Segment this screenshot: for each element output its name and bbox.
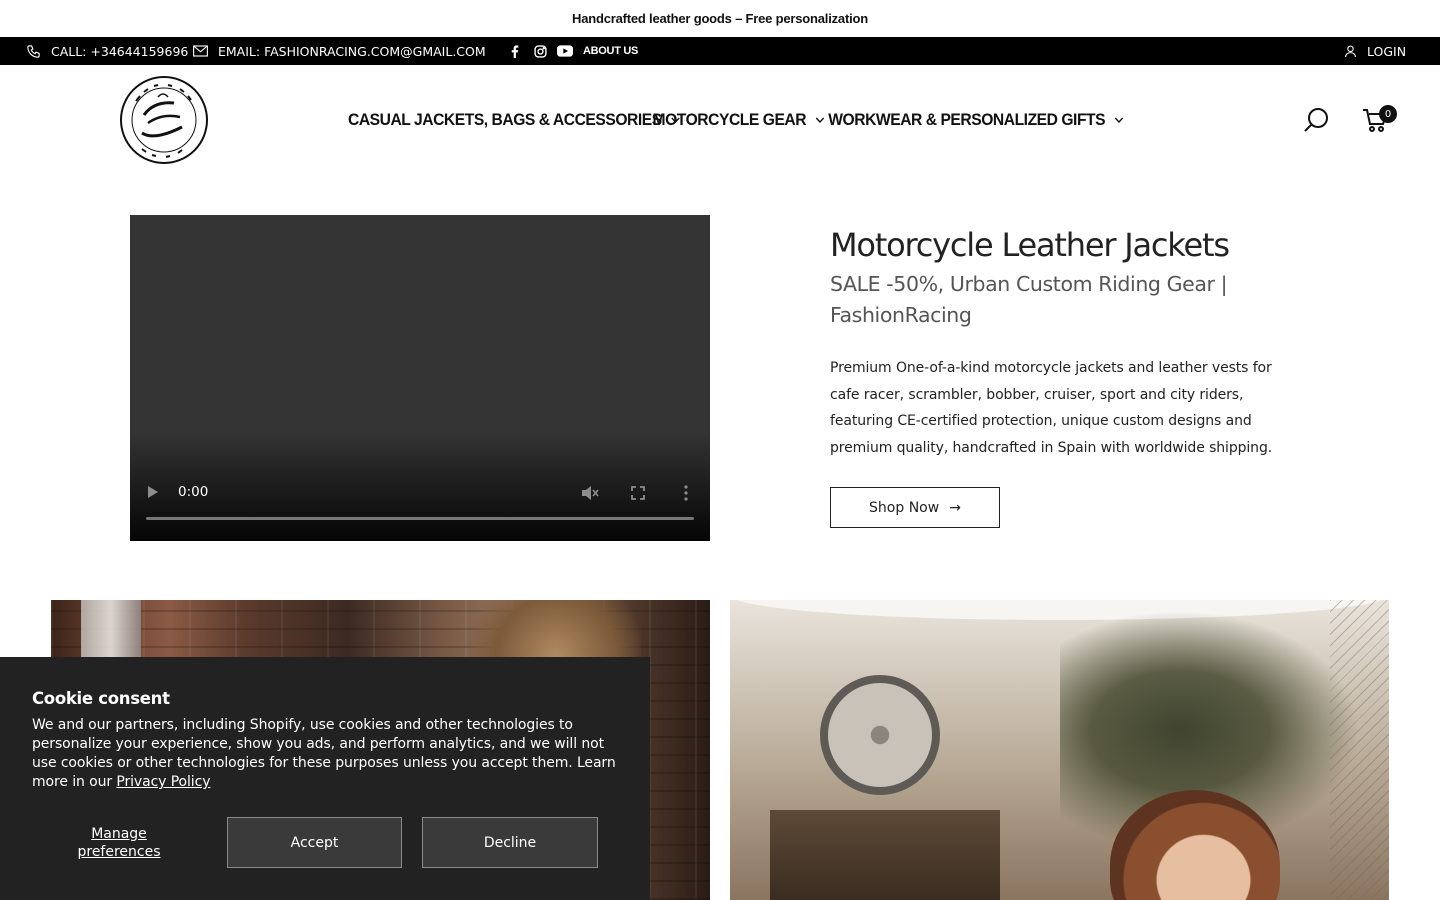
video-time: 0:00 (178, 484, 209, 500)
login-text: LOGIN (1367, 43, 1407, 59)
video-controls-gradient (130, 431, 710, 541)
instagram-link[interactable] (534, 37, 547, 65)
collection-image-right[interactable] (730, 600, 1389, 900)
chevron-down-icon (815, 117, 825, 123)
call-link[interactable]: CALL: +34644159696 (26, 37, 188, 65)
cookie-title: Cookie consent (32, 689, 170, 708)
shelf-shape (770, 810, 1000, 900)
about-us-link[interactable]: ABOUT US (583, 37, 638, 65)
hero-description: Premium One-of-a-kind motorcycle jackets… (830, 360, 1273, 457)
facebook-link[interactable] (511, 37, 519, 65)
accept-button[interactable]: Accept (227, 817, 402, 868)
email-link[interactable]: EMAIL: FASHIONRACING.COM@GMAIL.COM (193, 37, 486, 65)
mute-icon[interactable] (581, 485, 599, 501)
privacy-policy-link[interactable]: Privacy Policy (116, 774, 210, 790)
shop-now-label: Shop Now (869, 499, 940, 516)
mail-icon (193, 45, 208, 57)
login-link[interactable]: LOGIN (1344, 37, 1406, 65)
top-bar: CALL: +34644159696 EMAIL: FASHIONRACING.… (0, 37, 1440, 65)
nav-label: MOTORCYCLE GEAR (652, 110, 807, 129)
fan-shape (820, 675, 940, 795)
call-text: CALL: +34644159696 (51, 43, 189, 59)
announcement-text: Handcrafted leather goods – Free persona… (572, 11, 868, 26)
instagram-icon (534, 44, 547, 58)
play-icon[interactable] (147, 485, 159, 499)
youtube-link[interactable] (557, 37, 573, 65)
decline-button[interactable]: Decline (422, 817, 598, 868)
cart-count-badge: 0 (1379, 105, 1397, 123)
search-button[interactable] (1302, 106, 1330, 134)
youtube-icon (557, 45, 573, 57)
more-options-icon[interactable] (684, 485, 688, 501)
nav-item-casual-jackets[interactable]: CASUAL JACKETS, BAGS & ACCESSORIES (348, 110, 680, 130)
search-icon (1304, 108, 1328, 132)
chevron-down-icon (1114, 117, 1124, 123)
nav-label: CASUAL JACKETS, BAGS & ACCESSORIES (348, 110, 662, 129)
cookie-consent-banner: Cookie consent We and our partners, incl… (0, 657, 650, 900)
main-nav: CASUAL JACKETS, BAGS & ACCESSORIES MOTOR… (348, 65, 1124, 175)
hero-subtitle: SALE -50%, Urban Custom Riding Gear | Fa… (830, 272, 1228, 327)
nav-item-workwear-gifts[interactable]: WORKWEAR & PERSONALIZED GIFTS (828, 110, 1124, 130)
arrow-right-icon: → (949, 499, 961, 516)
cookie-text: We and our partners, including Shopify, … (32, 716, 622, 792)
facebook-icon (511, 44, 519, 58)
phone-icon (27, 44, 40, 58)
email-text: EMAIL: FASHIONRACING.COM@GMAIL.COM (218, 43, 486, 59)
hero-title: Motorcycle Leather Jackets (830, 226, 1230, 264)
nav-label: WORKWEAR & PERSONALIZED GIFTS (828, 110, 1106, 129)
site-header: CASUAL JACKETS, BAGS & ACCESSORIES MOTOR… (0, 65, 1440, 175)
shop-now-button[interactable]: Shop Now → (830, 487, 1000, 528)
announcement-bar: Handcrafted leather goods – Free persona… (0, 0, 1440, 37)
hero-content: Motorcycle Leather Jackets SALE -50%, Ur… (830, 225, 1310, 462)
hero-video[interactable]: 0:00 (130, 215, 710, 541)
cart-count: 0 (1384, 108, 1392, 120)
fullscreen-icon[interactable] (631, 486, 645, 500)
accept-label: Accept (290, 834, 339, 851)
about-us-text: ABOUT US (583, 45, 639, 57)
nav-item-motorcycle-gear[interactable]: MOTORCYCLE GEAR (653, 110, 825, 130)
fashion-racing-logo[interactable] (118, 75, 210, 165)
manage-preferences-link[interactable]: Manage preferences (64, 825, 174, 861)
video-progress-track[interactable] (146, 517, 694, 520)
net-texture (1330, 600, 1389, 900)
decline-label: Decline (483, 834, 537, 851)
user-icon (1345, 45, 1356, 58)
